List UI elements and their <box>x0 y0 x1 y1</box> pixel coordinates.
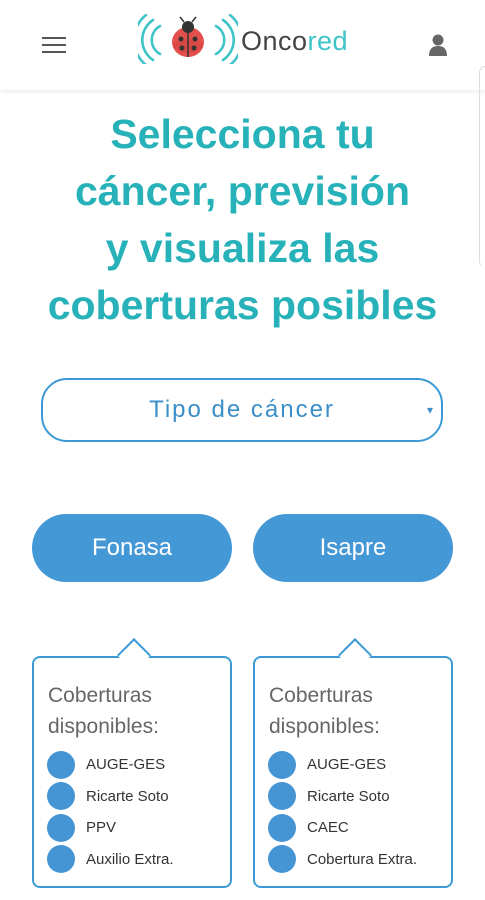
logo-text-accent: red <box>307 26 349 56</box>
card-pointer <box>338 638 372 672</box>
card-title: Coberturas disponibles: <box>48 680 159 742</box>
chevron-down-icon: ▾ <box>426 403 433 417</box>
scrollbar-edge <box>479 66 485 267</box>
hamburger-menu-icon[interactable] <box>42 37 66 55</box>
isapre-button[interactable]: Isapre <box>253 514 453 582</box>
card-pointer <box>117 638 151 672</box>
bullet-icon <box>268 782 296 811</box>
list-item: Cobertura Extra. <box>268 844 417 876</box>
coverage-label: Auxilio Extra. <box>86 850 174 868</box>
bullet-icon <box>268 750 296 779</box>
bullet-icon <box>47 782 75 811</box>
coverage-label: AUGE-GES <box>86 756 166 774</box>
card-title-line: Coberturas <box>48 684 152 707</box>
list-item: Ricarte Soto <box>268 781 417 813</box>
logo-text: Oncored <box>241 26 348 57</box>
page-title: Selecciona tu cáncer, previsión y visual… <box>20 106 465 334</box>
card-title: Coberturas disponibles: <box>269 680 380 742</box>
bullet-icon <box>268 813 296 842</box>
coverage-label: Ricarte Soto <box>307 787 390 805</box>
coverage-label: PPV <box>86 819 117 837</box>
title-line: y visualiza las <box>105 225 380 271</box>
bullet-icon <box>47 845 75 874</box>
bullet-icon <box>47 750 75 779</box>
bullet-icon <box>47 813 75 842</box>
cancer-type-select-value: Tipo de cáncer <box>149 396 335 423</box>
list-item: Ricarte Soto <box>47 781 174 813</box>
coverage-label: CAEC <box>307 819 349 837</box>
card-title-line: Coberturas <box>269 684 373 707</box>
bullet-icon <box>268 845 296 874</box>
list-item: CAEC <box>268 812 417 844</box>
app-header: Oncored <box>0 0 485 90</box>
list-item: AUGE-GES <box>47 749 174 781</box>
title-line: cáncer, previsión <box>74 168 410 214</box>
card-title-line: disponibles: <box>269 715 380 738</box>
fonasa-button[interactable]: Fonasa <box>32 514 232 582</box>
coverage-list: AUGE-GES Ricarte Soto CAEC Cobertura Ext… <box>268 749 417 875</box>
card-title-line: disponibles: <box>48 715 159 738</box>
user-icon[interactable] <box>428 33 448 57</box>
cancer-type-select[interactable]: Tipo de cáncer ▾ <box>41 378 443 442</box>
fonasa-coverage-card: Coberturas disponibles: AUGE-GES Ricarte… <box>32 638 232 888</box>
title-line: Selecciona tu <box>110 111 375 157</box>
list-item: AUGE-GES <box>268 749 417 781</box>
list-item: Auxilio Extra. <box>47 844 174 876</box>
list-item: PPV <box>47 812 174 844</box>
ladybug-signal-icon <box>138 14 238 64</box>
coverage-label: AUGE-GES <box>307 756 387 774</box>
coverage-label: Cobertura Extra. <box>307 850 418 868</box>
isapre-coverage-card: Coberturas disponibles: AUGE-GES Ricarte… <box>253 638 453 888</box>
coverage-label: Ricarte Soto <box>86 787 169 805</box>
coverage-list: AUGE-GES Ricarte Soto PPV Auxilio Extra. <box>47 749 174 875</box>
logo-text-prefix: Onco <box>241 26 308 56</box>
title-line: coberturas posibles <box>47 282 438 328</box>
